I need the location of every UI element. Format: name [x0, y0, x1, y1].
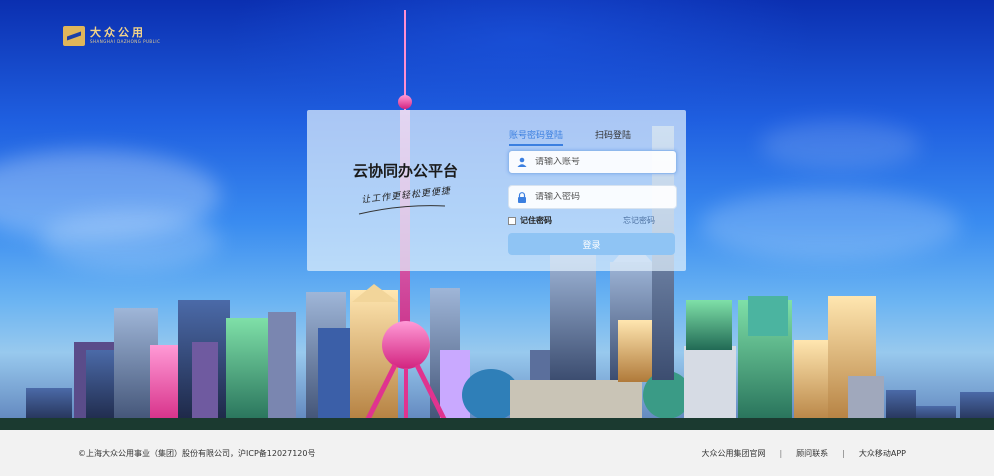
account-input[interactable]	[535, 157, 665, 167]
lock-icon	[509, 191, 535, 203]
logo-mark-icon	[63, 26, 85, 46]
remember-label: 记住密码	[520, 216, 552, 225]
footer-separator: |	[779, 449, 783, 458]
account-field[interactable]	[508, 150, 677, 174]
company-logo: 大众公用 SHANGHAI DAZHONG PUBLIC	[63, 26, 160, 46]
password-input[interactable]	[535, 192, 665, 202]
remember-checkbox[interactable]	[508, 216, 516, 225]
login-tabs: 账号密码登陆 扫码登陆	[509, 128, 663, 146]
platform-title: 云协同办公平台	[353, 162, 459, 180]
user-icon	[509, 157, 535, 167]
slogan-underline-icon	[358, 205, 446, 215]
footer-separator: |	[842, 449, 845, 458]
footer-link-group-site[interactable]: 大众公用集团官网	[701, 448, 765, 459]
login-panel: 云协同办公平台 让工作更轻松更便捷 账号密码登陆 扫码登陆 记住密码 忘记密码 …	[307, 110, 686, 271]
footer: ©上海大众公用事业（集团）股份有限公司，沪ICP备12027120号 大众公用集…	[0, 430, 994, 476]
tab-qr-login[interactable]: 扫码登陆	[595, 128, 631, 146]
footer-links: 大众公用集团官网 | 顾问联系 | 大众移动APP	[701, 448, 906, 459]
forgot-password-link[interactable]: 忘记密码	[623, 215, 655, 226]
copyright-text: ©上海大众公用事业（集团）股份有限公司，沪ICP备12027120号	[78, 449, 316, 458]
footer-link-contact[interactable]: 顾问联系	[796, 448, 828, 459]
tab-password-login[interactable]: 账号密码登陆	[509, 128, 564, 146]
logo-name-cn: 大众公用	[90, 26, 146, 39]
login-button[interactable]: 登录	[508, 233, 675, 255]
remember-password[interactable]: 记住密码	[508, 215, 552, 226]
logo-name-en: SHANGHAI DAZHONG PUBLIC	[90, 39, 161, 44]
footer-link-mobile-app[interactable]: 大众移动APP	[859, 448, 906, 459]
password-field[interactable]	[508, 185, 677, 209]
